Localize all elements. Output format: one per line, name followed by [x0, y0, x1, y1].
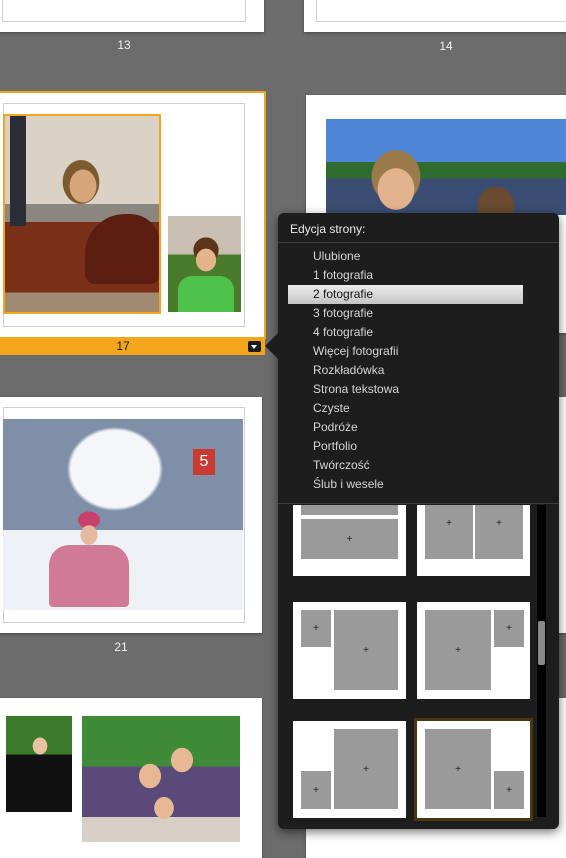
layout-thumb[interactable]: + + — [293, 721, 406, 818]
selection-frame — [0, 91, 266, 339]
layout-thumb[interactable]: + — [293, 505, 406, 576]
menu-item-wedding[interactable]: Ślub i wesele — [288, 475, 523, 494]
layout-cell: + — [334, 729, 398, 809]
photo-children-group[interactable] — [82, 716, 240, 842]
page-21[interactable]: 5 — [0, 397, 262, 633]
layout-cell: + — [425, 610, 491, 690]
layout-cell: + — [494, 610, 524, 647]
page-number-17: 17 — [116, 339, 130, 353]
menu-item-3-photos[interactable]: 3 fotografie — [288, 304, 523, 323]
menu-item-spread[interactable]: Rozkładówka — [288, 361, 523, 380]
scrollbar-thumb[interactable] — [538, 621, 545, 665]
layout-thumb[interactable]: + + — [417, 505, 530, 576]
menu-item-4-photos[interactable]: 4 fotografie — [288, 323, 523, 342]
selected-page-bar[interactable]: 17 — [0, 338, 265, 355]
menu-item-more-photos[interactable]: Więcej fotografii — [288, 342, 523, 361]
layout-cell: + — [425, 729, 491, 809]
menu-item-creativity[interactable]: Twórczość — [288, 456, 523, 475]
photo-sign: 5 — [193, 449, 215, 475]
layout-cell: + — [494, 771, 524, 809]
popup-divider — [278, 503, 559, 504]
layout-cell: + — [301, 519, 398, 559]
page-14-frame — [316, 0, 566, 22]
popup-title: Edycja strony: — [290, 222, 366, 236]
menu-item-travel[interactable]: Podróże — [288, 418, 523, 437]
page-number-14: 14 — [439, 39, 453, 53]
layout-cell: + — [334, 610, 398, 690]
layout-cell — [301, 505, 398, 515]
page-menu-dropdown-button[interactable] — [248, 341, 261, 352]
layout-cell: + — [425, 505, 473, 559]
photo-girl-in-crowd[interactable] — [326, 119, 566, 215]
page-number-13: 13 — [117, 38, 131, 52]
page-13-frame — [2, 0, 246, 22]
page-13[interactable] — [0, 0, 264, 32]
layout-thumb[interactable]: + + — [417, 602, 530, 699]
layout-cell: + — [301, 610, 331, 647]
menu-item-favorites[interactable]: Ulubione — [288, 247, 523, 266]
layout-thumbnails: + + + + + + + + + + + — [278, 505, 559, 825]
photo-girl-in-snow[interactable]: 5 — [3, 419, 243, 610]
popup-divider — [278, 242, 559, 243]
menu-item-text-page[interactable]: Strona tekstowa — [288, 380, 523, 399]
page-number-21: 21 — [114, 640, 128, 654]
page-14[interactable] — [304, 0, 566, 32]
page-25[interactable] — [0, 698, 262, 858]
page-edit-popup: Edycja strony: Ulubione 1 fotografia 2 f… — [265, 213, 559, 829]
layout-scrollbar[interactable] — [537, 505, 546, 817]
layout-thumb-selected[interactable]: + + — [414, 718, 533, 821]
layout-cell: + — [475, 505, 523, 559]
menu-item-2-photos[interactable]: 2 fotografie — [288, 285, 523, 304]
menu-item-1-photo[interactable]: 1 fotografia — [288, 266, 523, 285]
layout-cell: + — [301, 771, 331, 809]
layout-category-menu: Ulubione 1 fotografia 2 fotografie 3 fot… — [278, 247, 559, 494]
photo-girl-black-jacket[interactable] — [6, 716, 72, 812]
menu-item-portfolio[interactable]: Portfolio — [288, 437, 523, 456]
menu-item-blank[interactable]: Czyste — [288, 399, 523, 418]
layout-thumb[interactable]: + + — [293, 602, 406, 699]
photo-pink-jacket — [49, 545, 129, 607]
